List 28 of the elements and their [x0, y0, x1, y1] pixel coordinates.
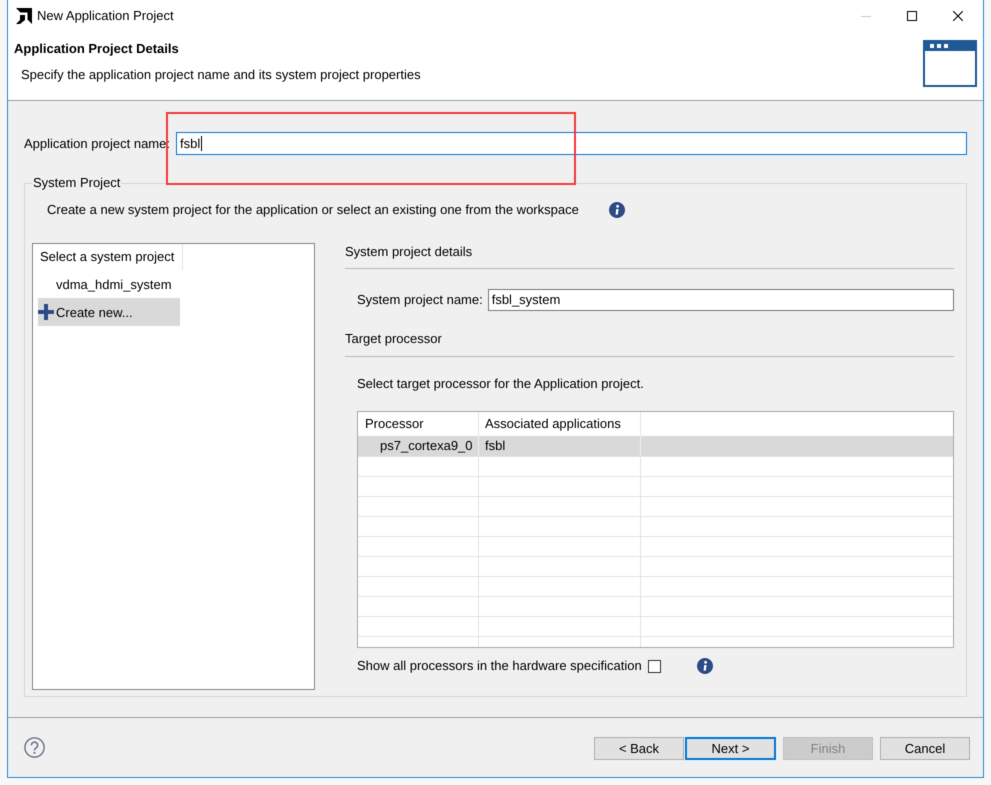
section-heading: System project details — [345, 244, 474, 260]
dialog-button[interactable]: Next > — [685, 737, 776, 760]
checkbox[interactable] — [648, 660, 661, 672]
window-title: New Application Project — [37, 8, 174, 24]
field-label: System project name: — [357, 292, 483, 308]
dialog-button[interactable]: < Back — [594, 737, 684, 760]
description-text: Create a new system project for the application or select an existing one from the workspace — [47, 202, 579, 218]
section-heading: Target processor — [345, 331, 443, 347]
list-item[interactable]: Create new... — [38, 298, 180, 326]
checkbox-label: Show all processors in the hardware specification — [357, 658, 642, 674]
table-cell: fsbl — [479, 436, 641, 456]
instruction-text: Select target processor for the Application project. — [357, 376, 645, 392]
info-icon — [696, 658, 713, 674]
table-row[interactable]: ps7_cortexa9_0 fsbl — [358, 436, 953, 456]
text-field[interactable]: fsbl — [176, 132, 967, 155]
dialog-button[interactable]: Cancel — [880, 737, 970, 760]
info-icon — [608, 202, 625, 218]
text-field[interactable]: fsbl_system — [488, 289, 954, 311]
header-title: Application Project Details — [14, 41, 179, 57]
list-header: Select a system project — [33, 244, 183, 270]
logo-icon — [16, 8, 32, 24]
table-cell: ps7_cortexa9_0 — [358, 436, 479, 456]
group-title: System Project — [32, 175, 122, 191]
plus-icon — [38, 304, 54, 320]
header-subtitle: Specify the application project name and its system project properties — [21, 67, 421, 83]
window-icon — [923, 40, 977, 87]
help-icon[interactable] — [24, 737, 45, 758]
list-item[interactable]: vdma_hdmi_system — [38, 270, 180, 298]
